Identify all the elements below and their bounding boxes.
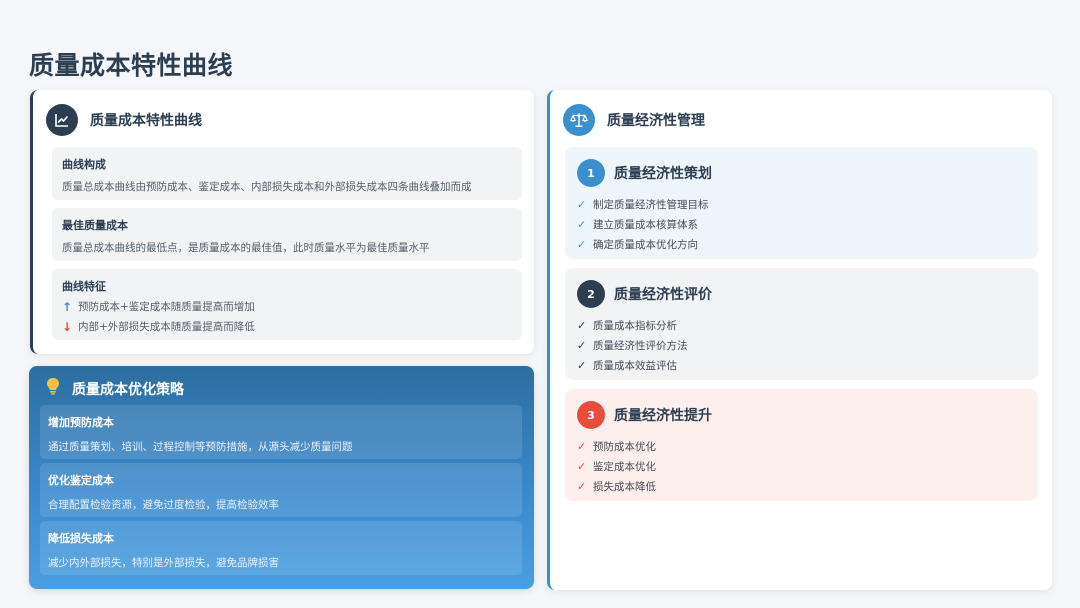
number-badge: 3 (577, 401, 605, 429)
curve-composition-text: 质量总成本曲线由预防成本、鉴定成本、内部损失成本和外部损失成本四条曲线叠加而成 (62, 181, 472, 193)
optimization-strategy-card: 质量成本优化策略 增加预防成本 通过质量策划、培训、过程控制等预防措施，从源头减… (29, 366, 534, 589)
list-item-text: 质量成本指标分析 (593, 319, 677, 332)
check-icon: ✓ (577, 318, 587, 332)
check-icon: ✓ (577, 237, 587, 251)
list-item-text: 鉴定成本优化 (593, 460, 656, 473)
page-title: 质量成本特性曲线 (29, 51, 234, 80)
strategy-item-text: 通过质量策划、培训、过程控制等预防措施，从源头减少质量问题 (48, 441, 353, 453)
list-item-text: 预防成本优化 (593, 440, 656, 453)
strategy-item: 优化鉴定成本 合理配置检验资源，避免过度检验，提高检验效率 (40, 463, 522, 517)
strategy-title: 质量成本优化策略 (72, 381, 184, 398)
lightbulb-icon (42, 377, 64, 400)
curve-card: 质量成本特性曲线 曲线构成 质量总成本曲线由预防成本、鉴定成本、内部损失成本和外… (30, 90, 534, 354)
list-item: ✓ 损失成本降低 (577, 478, 1026, 494)
check-icon: ✓ (577, 439, 587, 453)
check-icon: ✓ (577, 338, 587, 352)
strategy-item-title: 优化鉴定成本 (48, 474, 114, 487)
section-evaluation: 2 质量经济性评价 ✓ 质量成本指标分析 ✓ 质量经济性评价方法 ✓ 质量成本效… (565, 268, 1038, 380)
strategy-item: 降低损失成本 减少内外部损失，特别是外部损失，避免品牌损害 (40, 521, 522, 575)
strategy-item-title: 降低损失成本 (48, 532, 114, 545)
strategy-item-title: 增加预防成本 (48, 416, 114, 429)
balance-scale-icon (563, 104, 595, 136)
section-planning-title: 质量经济性策划 (614, 166, 712, 182)
check-icon: ✓ (577, 197, 587, 211)
management-card-title: 质量经济性管理 (607, 113, 705, 129)
curve-composition-box: 曲线构成 质量总成本曲线由预防成本、鉴定成本、内部损失成本和外部损失成本四条曲线… (52, 147, 522, 200)
curve-composition-title: 曲线构成 (62, 158, 106, 171)
management-card-header: 质量经济性管理 (563, 104, 705, 136)
list-item: ✓ 鉴定成本优化 (577, 458, 1026, 474)
section-improvement-head: 3 质量经济性提升 (577, 401, 1026, 429)
optimal-cost-text: 质量总成本曲线的最低点，是质量成本的最佳值，此时质量水平为最佳质量水平 (62, 242, 430, 254)
strategy-item-text: 合理配置检验资源，避免过度检验，提高检验效率 (48, 499, 279, 511)
arrow-up-icon: ↑ (62, 299, 73, 314)
check-icon: ✓ (577, 358, 587, 372)
optimal-cost-title: 最佳质量成本 (62, 219, 128, 232)
economic-management-card: 质量经济性管理 1 质量经济性策划 ✓ 制定质量经济性管理目标 ✓ 建立质量成本… (547, 90, 1052, 590)
line-chart-icon (46, 104, 78, 136)
feature-increase-text: 预防成本+鉴定成本随质量提高而增加 (78, 301, 255, 313)
list-item: ✓ 质量成本指标分析 (577, 317, 1026, 333)
curve-card-title: 质量成本特性曲线 (90, 113, 202, 129)
curve-card-header: 质量成本特性曲线 (46, 104, 202, 136)
section-improvement: 3 质量经济性提升 ✓ 预防成本优化 ✓ 鉴定成本优化 ✓ 损失成本降低 (565, 389, 1038, 501)
list-item: ✓ 质量经济性评价方法 (577, 337, 1026, 353)
list-item-text: 确定质量成本优化方向 (593, 238, 698, 251)
list-item-text: 制定质量经济性管理目标 (593, 198, 709, 211)
feature-decrease-line: ↓ 内部+外部损失成本随质量提高而降低 (62, 319, 512, 334)
optimal-cost-box: 最佳质量成本 质量总成本曲线的最低点，是质量成本的最佳值，此时质量水平为最佳质量… (52, 208, 522, 261)
section-planning: 1 质量经济性策划 ✓ 制定质量经济性管理目标 ✓ 建立质量成本核算体系 ✓ 确… (565, 147, 1038, 259)
list-item: ✓ 建立质量成本核算体系 (577, 216, 1026, 232)
number-badge: 1 (577, 159, 605, 187)
check-icon: ✓ (577, 459, 587, 473)
section-planning-head: 1 质量经济性策划 (577, 159, 1026, 187)
check-icon: ✓ (577, 217, 587, 231)
list-item-text: 损失成本降低 (593, 480, 656, 493)
section-evaluation-title: 质量经济性评价 (614, 287, 712, 303)
feature-decrease-text: 内部+外部损失成本随质量提高而降低 (78, 321, 255, 333)
arrow-down-icon: ↓ (62, 319, 73, 334)
list-item: ✓ 确定质量成本优化方向 (577, 236, 1026, 252)
list-item-text: 质量成本效益评估 (593, 359, 677, 372)
strategy-header: 质量成本优化策略 (42, 377, 184, 400)
check-icon: ✓ (577, 479, 587, 493)
list-item-text: 建立质量成本核算体系 (593, 218, 698, 231)
list-item: ✓ 预防成本优化 (577, 438, 1026, 454)
curve-features-title: 曲线特征 (62, 280, 106, 293)
strategy-item-text: 减少内外部损失，特别是外部损失，避免品牌损害 (48, 557, 279, 569)
section-improvement-title: 质量经济性提升 (614, 408, 712, 424)
list-item: ✓ 质量成本效益评估 (577, 357, 1026, 373)
number-badge: 2 (577, 280, 605, 308)
list-item-text: 质量经济性评价方法 (593, 339, 688, 352)
feature-increase-line: ↑ 预防成本+鉴定成本随质量提高而增加 (62, 299, 512, 314)
strategy-item: 增加预防成本 通过质量策划、培训、过程控制等预防措施，从源头减少质量问题 (40, 405, 522, 459)
section-evaluation-head: 2 质量经济性评价 (577, 280, 1026, 308)
list-item: ✓ 制定质量经济性管理目标 (577, 196, 1026, 212)
curve-features-box: 曲线特征 ↑ 预防成本+鉴定成本随质量提高而增加 ↓ 内部+外部损失成本随质量提… (52, 269, 522, 340)
